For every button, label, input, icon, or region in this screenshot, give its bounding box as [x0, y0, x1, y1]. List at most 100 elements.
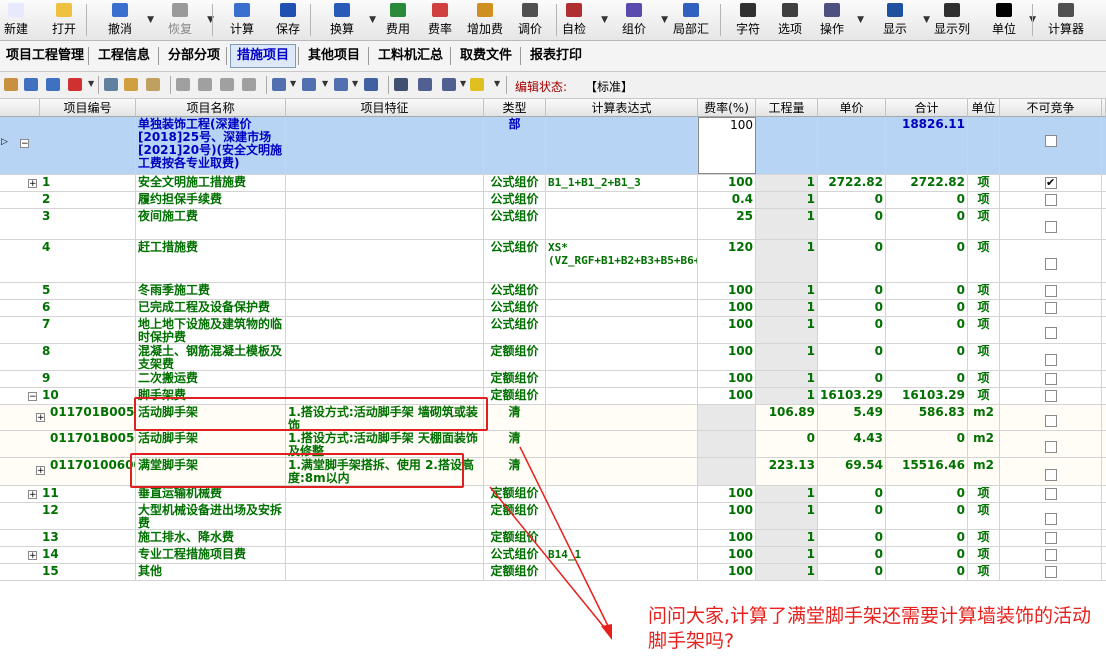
cell-qty[interactable]: 1: [756, 175, 818, 191]
cell-name[interactable]: 安全文明施工措施费: [136, 175, 286, 191]
cell-code[interactable]: 011701006001: [40, 458, 136, 485]
cell-price[interactable]: 69.54: [818, 458, 886, 485]
cell-non-competitive[interactable]: [1000, 405, 1102, 430]
toolbar-new-file-button[interactable]: 新建: [0, 2, 32, 38]
cell-qty[interactable]: 1: [756, 240, 818, 282]
non-competitive-checkbox[interactable]: [1045, 354, 1057, 366]
sort-icon[interactable]: [302, 78, 316, 91]
cell-non-competitive[interactable]: [1000, 344, 1102, 370]
chevron-down-icon[interactable]: ▼: [88, 79, 94, 88]
cell-type[interactable]: 公式组价: [484, 547, 546, 563]
cell-price[interactable]: 2722.82: [818, 175, 886, 191]
cell-type[interactable]: 清: [484, 431, 546, 457]
cell-price[interactable]: 0: [818, 344, 886, 370]
layout-icon[interactable]: [442, 78, 456, 91]
table-row[interactable]: 13 施工排水、降水费 定额组价 100 1 0 0 项: [0, 530, 1106, 547]
toolbar-self-check-button[interactable]: 自检 ▼: [552, 2, 608, 38]
cell-unit[interactable]: 项: [968, 503, 1000, 529]
cell-price[interactable]: 0: [818, 317, 886, 343]
cell-feature[interactable]: [286, 486, 484, 502]
non-competitive-checkbox[interactable]: [1045, 135, 1057, 147]
cell-rate[interactable]: 120: [698, 240, 756, 282]
tab-1[interactable]: 工程信息: [92, 45, 156, 67]
table-row[interactable]: 6 已完成工程及设备保护费 公式组价 100 1 0 0 项: [0, 300, 1106, 317]
cell-code[interactable]: 011701B00500: [40, 405, 136, 430]
paste-icon[interactable]: [146, 78, 160, 91]
cell-unit[interactable]: 项: [968, 564, 1000, 580]
cell-qty[interactable]: 1: [756, 192, 818, 208]
cell-expr[interactable]: [546, 405, 698, 430]
chevron-down-icon[interactable]: ▼: [352, 79, 358, 88]
chevron-down-icon[interactable]: ▼: [460, 79, 466, 88]
summary-non-competitive[interactable]: [1000, 117, 1102, 174]
cell-name[interactable]: 地上地下设施及建筑物的临时保护费: [136, 317, 286, 343]
cell-name[interactable]: 已完成工程及设备保护费: [136, 300, 286, 316]
cell-code[interactable]: 14: [40, 547, 136, 563]
cell-name[interactable]: 履约担保手续费: [136, 192, 286, 208]
cell-feature[interactable]: [286, 192, 484, 208]
cell-expr[interactable]: [546, 209, 698, 239]
cell-name[interactable]: 赶工措施费: [136, 240, 286, 282]
cell-type[interactable]: 公式组价: [484, 317, 546, 343]
expand-icon[interactable]: +: [28, 490, 37, 500]
cell-non-competitive[interactable]: [1000, 547, 1102, 563]
table-row[interactable]: +11 垂直运输机械费 定额组价 100 1 0 0 项: [0, 486, 1106, 503]
cell-total[interactable]: 15516.46: [886, 458, 968, 485]
cell-unit[interactable]: m2: [968, 405, 1000, 430]
toolbar-display-columns-button[interactable]: 显示列: [926, 2, 978, 38]
cell-feature[interactable]: [286, 240, 484, 282]
toolbar-add-fee-button[interactable]: 增加费: [462, 2, 508, 38]
cell-qty[interactable]: 106.89: [756, 405, 818, 430]
cell-expr[interactable]: [546, 317, 698, 343]
cell-unit[interactable]: 项: [968, 530, 1000, 546]
non-competitive-checkbox[interactable]: [1045, 302, 1057, 314]
expand-icon[interactable]: +: [28, 551, 37, 561]
cell-name[interactable]: 其他: [136, 564, 286, 580]
cell-rate[interactable]: 25: [698, 209, 756, 239]
non-competitive-checkbox[interactable]: [1045, 549, 1057, 561]
find-icon[interactable]: [394, 78, 408, 91]
cell-unit[interactable]: 项: [968, 371, 1000, 387]
cell-unit[interactable]: m2: [968, 431, 1000, 457]
cell-qty[interactable]: 1: [756, 317, 818, 343]
summary-cell[interactable]: [968, 117, 1000, 174]
cell-total[interactable]: 0: [886, 283, 968, 299]
cell-price[interactable]: 0: [818, 240, 886, 282]
non-competitive-checkbox[interactable]: [1045, 373, 1057, 385]
non-competitive-checkbox[interactable]: [1045, 390, 1057, 402]
cell-feature[interactable]: [286, 530, 484, 546]
non-competitive-checkbox[interactable]: [1045, 415, 1057, 427]
cell-rate[interactable]: 100: [698, 371, 756, 387]
tab-6[interactable]: 取费文件: [454, 45, 518, 67]
level-icon[interactable]: [334, 78, 348, 91]
cell-rate[interactable]: 100: [698, 344, 756, 370]
cell-non-competitive[interactable]: [1000, 192, 1102, 208]
cell-price[interactable]: 0: [818, 300, 886, 316]
move-right-icon[interactable]: [242, 78, 256, 91]
cell-code[interactable]: 15: [40, 564, 136, 580]
cell-total[interactable]: 2722.82: [886, 175, 968, 191]
cell-expr[interactable]: XS*(VZ_RGF+B1+B2+B3+B5+B6+B7+B8+B9+B10+B…: [546, 240, 698, 282]
non-competitive-checkbox[interactable]: [1045, 532, 1057, 544]
cell-non-competitive[interactable]: [1000, 503, 1102, 529]
cell-total[interactable]: 0: [886, 503, 968, 529]
table-row[interactable]: +14 专业工程措施项目费 公式组价 B14_1 100 1 0 0 项: [0, 547, 1106, 564]
cell-unit[interactable]: 项: [968, 547, 1000, 563]
cell-unit[interactable]: 项: [968, 175, 1000, 191]
table-row[interactable]: 7 地上地下设施及建筑物的临时保护费 公式组价 100 1 0 0 项: [0, 317, 1106, 344]
cell-type[interactable]: 定额组价: [484, 344, 546, 370]
toolbar-partial-summary-button[interactable]: 局部汇: [666, 2, 716, 38]
cell-expr[interactable]: [546, 344, 698, 370]
non-competitive-checkbox[interactable]: [1045, 194, 1057, 206]
cell-qty[interactable]: 1: [756, 209, 818, 239]
cell-feature[interactable]: [286, 344, 484, 370]
cell-price[interactable]: 5.49: [818, 405, 886, 430]
cell-unit[interactable]: 项: [968, 240, 1000, 282]
insert-row-icon[interactable]: [4, 78, 18, 91]
tab-5[interactable]: 工料机汇总: [372, 45, 449, 67]
column-header-6[interactable]: 工程量: [756, 99, 818, 117]
column-header-1[interactable]: 项目名称: [136, 99, 286, 117]
cell-total[interactable]: 0: [886, 547, 968, 563]
cell-type[interactable]: 公式组价: [484, 283, 546, 299]
table-row[interactable]: 8 混凝土、钢筋混凝土模板及支架费 定额组价 100 1 0 0 项: [0, 344, 1106, 371]
